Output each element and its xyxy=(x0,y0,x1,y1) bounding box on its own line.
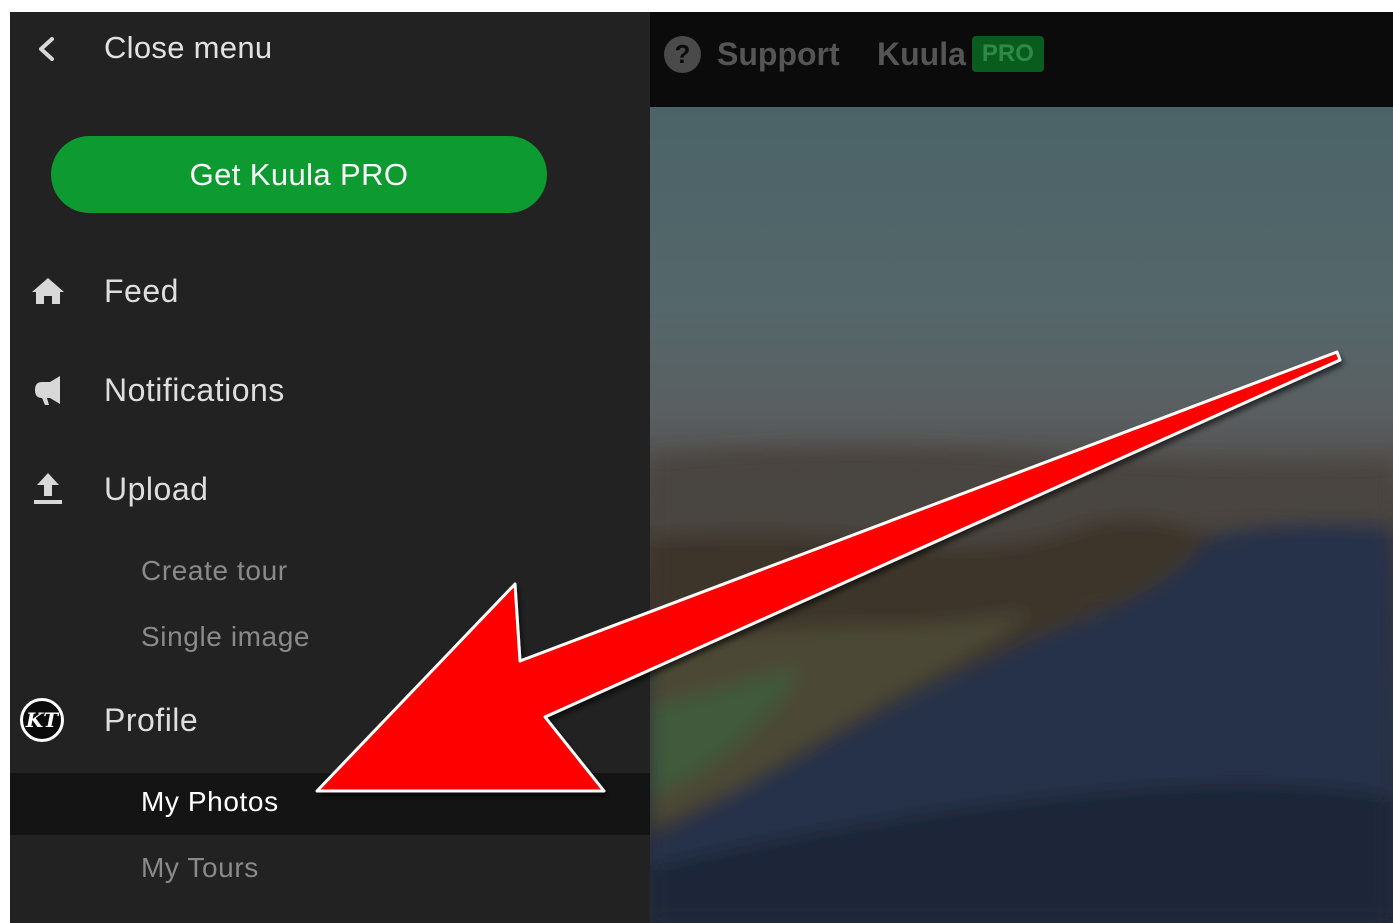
sidebar-subitem-label: My Tours xyxy=(141,852,259,883)
sidebar-item-feed[interactable]: Feed xyxy=(10,256,650,326)
chevron-left-icon xyxy=(39,37,54,61)
brand-name: Kuula xyxy=(877,35,966,72)
home-icon xyxy=(32,278,64,304)
sidebar-subitem-create-tour[interactable]: Create tour xyxy=(10,542,650,604)
sidebar-item-label: Notifications xyxy=(104,372,285,408)
sidebar-subitem-my-photos[interactable]: My Photos xyxy=(10,773,650,835)
sidebar-subitem-single-image[interactable]: Single image xyxy=(10,608,650,670)
top-bar: ? Support Kuula PRO xyxy=(650,12,1393,107)
app-window: Close menu Get Kuula PRO Feed Notificati… xyxy=(10,12,1393,923)
avatar: KT xyxy=(20,698,64,742)
sidebar-item-profile[interactable]: KT Profile xyxy=(10,685,650,755)
sidebar-subitem-label: Single image xyxy=(141,621,311,652)
support-label: Support xyxy=(717,35,840,72)
get-pro-button[interactable]: Get Kuula PRO xyxy=(51,136,547,213)
close-menu-label: Close menu xyxy=(104,30,273,65)
sidebar-subitem-label: My Photos xyxy=(141,786,279,817)
megaphone-icon xyxy=(35,376,60,405)
close-menu-button[interactable]: Close menu xyxy=(10,12,650,84)
upload-icon xyxy=(34,473,62,504)
help-icon: ? xyxy=(664,35,701,73)
pro-badge: PRO xyxy=(971,36,1044,72)
support-link[interactable]: ? Support xyxy=(664,34,840,74)
sidebar-subitem-my-tours[interactable]: My Tours xyxy=(10,839,650,901)
sidebar-item-upload[interactable]: Upload xyxy=(10,454,650,524)
kuula-pro-link[interactable]: Kuula PRO xyxy=(877,34,1044,74)
sidebar-item-label: Upload xyxy=(104,471,209,507)
sidebar-menu: Close menu Get Kuula PRO Feed Notificati… xyxy=(10,12,650,923)
sidebar-item-label: Feed xyxy=(104,273,179,309)
sidebar-item-label: Profile xyxy=(104,702,199,738)
sidebar-item-notifications[interactable]: Notifications xyxy=(10,355,650,425)
sidebar-subitem-label: Create tour xyxy=(141,555,288,586)
background-photo xyxy=(650,107,1393,923)
